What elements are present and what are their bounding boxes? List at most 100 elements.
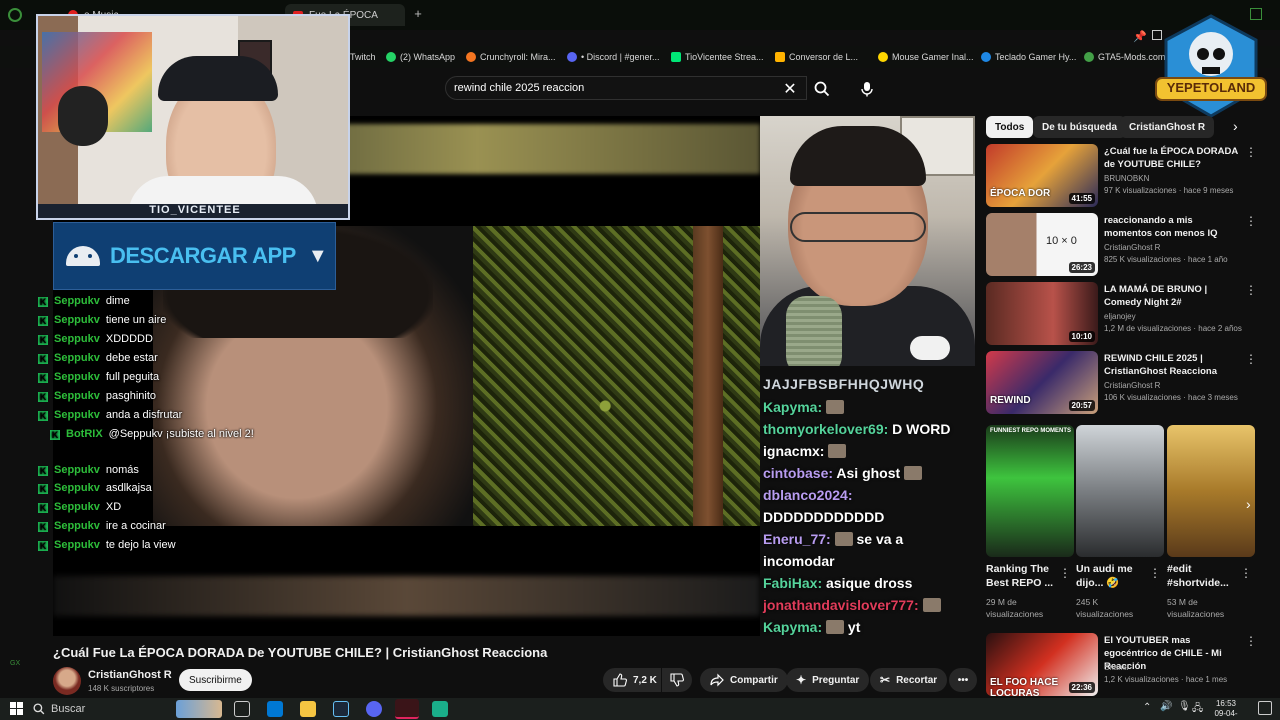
chat-username[interactable]: Seppukv	[54, 390, 100, 402]
bookmark-twitch[interactable]: Twitch	[350, 49, 376, 65]
notifications-icon[interactable]	[1258, 701, 1272, 715]
chat-username[interactable]: Seppukv	[54, 464, 100, 476]
search-button[interactable]	[809, 76, 835, 102]
video-thumbnail[interactable]: EL FOO HACE LOCURAS 22:36	[986, 633, 1098, 696]
chat-username[interactable]: Seppukv	[54, 409, 100, 421]
discord-icon	[567, 52, 577, 62]
chat-emote-icon	[922, 598, 941, 612]
chat-username[interactable]: BotRIX	[66, 428, 103, 440]
video-thumbnail[interactable]: ÉPOCA DOR 41:55	[986, 144, 1098, 207]
windows-start-icon[interactable]	[10, 702, 23, 715]
file-explorer-icon[interactable]	[300, 701, 316, 717]
bookmark-conversor[interactable]: Conversor de L...	[775, 49, 858, 65]
opera-gx-icon[interactable]	[395, 699, 419, 719]
browser-menu-icon[interactable]	[8, 8, 22, 22]
volume-icon[interactable]: 🔊	[1160, 701, 1172, 712]
system-clock[interactable]: 16:53 09-04-2026	[1206, 699, 1246, 720]
channel-name[interactable]: CristianGhost R	[88, 669, 172, 681]
bookmark-discord[interactable]: • Discord | #gener...	[567, 49, 660, 65]
video-title[interactable]: REWIND CHILE 2025 | CristianGhost Reacci…	[1104, 352, 1240, 378]
ask-button[interactable]: ✦ Preguntar	[786, 668, 870, 692]
chat-username[interactable]: Seppukv	[54, 333, 100, 345]
download-app-banner[interactable]: DESCARGAR APP ▼	[53, 222, 336, 290]
short-title[interactable]: Un audi me dijo... 🤣	[1076, 562, 1148, 590]
short-thumbnail[interactable]	[1076, 425, 1164, 557]
shorts-next-icon[interactable]: ›	[1246, 496, 1251, 512]
more-options-icon[interactable]: ⋮	[1245, 145, 1257, 159]
video-title[interactable]: reaccionando a mis momentos con menos IQ	[1104, 214, 1240, 240]
chip-todos[interactable]: Todos	[986, 116, 1034, 138]
chat-username[interactable]: FabiHax:	[763, 575, 822, 591]
chip-de-tu-busqueda[interactable]: De tu búsqueda	[1033, 116, 1127, 138]
chat-username[interactable]: ignacmx:	[763, 443, 824, 459]
video-title[interactable]: LA MAMÁ DE BRUNO | Comedy Night 2#	[1104, 283, 1240, 309]
short-title[interactable]: Ranking The Best REPO ...	[986, 562, 1058, 590]
taskbar-weather-widget[interactable]	[176, 700, 222, 718]
chat-username[interactable]: Kapyma:	[763, 399, 822, 415]
chat-username[interactable]: Eneru_77:	[763, 531, 831, 547]
microphone-tray-icon[interactable]: 🎙	[1178, 701, 1191, 712]
more-options-icon[interactable]: ⋮	[1245, 214, 1257, 228]
bookmark-crunchyroll[interactable]: Crunchyroll: Mira...	[466, 49, 556, 65]
channel-name[interactable]: CristianGhost R	[1104, 381, 1160, 390]
chevron-right-icon[interactable]: ›	[1233, 118, 1238, 134]
chip-channel[interactable]: CristianGhost R	[1120, 116, 1215, 138]
search-input[interactable]: rewind chile 2025 reaccion	[445, 76, 807, 100]
kick-icon	[671, 52, 681, 62]
chat-message: K Seppukv asdlkajsa	[38, 482, 152, 500]
subscribe-button[interactable]: Suscribirme	[179, 669, 252, 691]
dislike-button[interactable]	[662, 668, 692, 692]
chat-username[interactable]: Seppukv	[54, 352, 100, 364]
network-icon[interactable]: 🖧	[1192, 701, 1203, 718]
task-view-icon[interactable]	[234, 701, 250, 717]
bookmark-teclado[interactable]: Teclado Gamer Hy...	[981, 49, 1076, 65]
more-actions-button[interactable]: •••	[949, 668, 977, 692]
clear-search-icon[interactable]: ✕	[777, 76, 803, 102]
more-options-icon[interactable]: ⋮	[1059, 566, 1071, 580]
new-tab-icon[interactable]: +	[410, 6, 426, 22]
bookmark-whatsapp[interactable]: (2) WhatsApp	[386, 49, 455, 65]
more-options-icon[interactable]: ⋮	[1240, 566, 1252, 580]
chat-username[interactable]: Seppukv	[54, 520, 100, 532]
tray-chevron-icon[interactable]: ⌃	[1143, 702, 1151, 713]
chat-username[interactable]: Kapyma:	[763, 619, 822, 635]
chat-username[interactable]: thomyorkelover69:	[763, 421, 888, 437]
share-button[interactable]: Compartir	[700, 668, 788, 692]
chat-username[interactable]: jonathandavislover777:	[763, 597, 919, 613]
store-app-icon[interactable]	[267, 701, 283, 717]
channel-name[interactable]: CristianGhost R	[1104, 243, 1160, 252]
steam-icon[interactable]	[333, 701, 349, 717]
like-button[interactable]: 7,2 K	[603, 668, 661, 692]
more-options-icon[interactable]: ⋮	[1149, 566, 1161, 580]
more-options-icon[interactable]: ⋮	[1245, 283, 1257, 297]
clip-button[interactable]: ✂ Recortar	[870, 668, 948, 692]
channel-name[interactable]: eljanojey	[1104, 312, 1136, 321]
more-options-icon[interactable]: ⋮	[1245, 634, 1257, 648]
discord-app-icon[interactable]	[366, 701, 382, 717]
channel-name[interactable]: Shamil	[1104, 663, 1128, 672]
video-thumbnail[interactable]: 10 × 0 26:23	[986, 213, 1098, 276]
chat-username[interactable]: Seppukv	[54, 501, 100, 513]
chat-username[interactable]: Seppukv	[54, 295, 100, 307]
pin-icon[interactable]: 📌	[1133, 30, 1147, 43]
bookmark-mouse[interactable]: Mouse Gamer Inal...	[878, 49, 974, 65]
chat-username[interactable]: cintobase:	[763, 465, 833, 481]
short-thumbnail[interactable]: FUNNIEST REPO MOMENTS	[986, 425, 1074, 557]
video-thumbnail[interactable]: REWIND 20:57	[986, 351, 1098, 414]
short-thumbnail[interactable]	[1167, 425, 1255, 557]
video-thumbnail[interactable]: 10:10	[986, 282, 1098, 345]
chat-username[interactable]: dblanco2024:	[763, 487, 852, 503]
video-title[interactable]: ¿Cuál fue la ÉPOCA DORADA de YOUTUBE CHI…	[1104, 145, 1240, 171]
channel-name[interactable]: BRUNOBKN	[1104, 174, 1149, 183]
short-title[interactable]: #edit #shortvide...	[1167, 562, 1239, 590]
chat-username[interactable]: Seppukv	[54, 314, 100, 326]
bookmark-tiovicentee[interactable]: TioVicentee Strea...	[671, 49, 764, 65]
chat-username[interactable]: Seppukv	[54, 482, 100, 494]
video-meta: 1,2 K visualizaciones · hace 1 mes	[1104, 675, 1228, 684]
channel-avatar[interactable]	[53, 667, 81, 695]
more-options-icon[interactable]: ⋮	[1245, 352, 1257, 366]
chat-username[interactable]: Seppukv	[54, 371, 100, 383]
chat-username[interactable]: Seppukv	[54, 539, 100, 551]
voice-search-button[interactable]	[854, 76, 880, 102]
app-icon[interactable]	[432, 701, 448, 717]
